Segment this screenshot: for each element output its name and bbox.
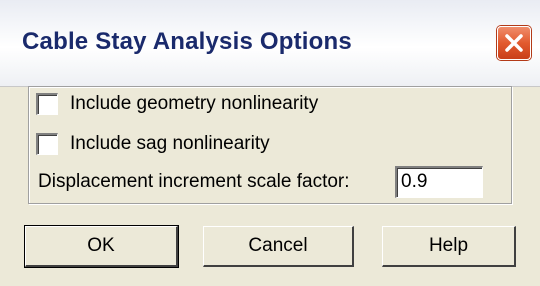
sag-nonlinearity-label: Include sag nonlinearity bbox=[70, 133, 270, 154]
sag-nonlinearity-checkbox[interactable] bbox=[36, 133, 58, 155]
close-icon bbox=[505, 34, 523, 52]
help-button[interactable]: Help bbox=[382, 226, 516, 267]
geometry-nonlinearity-option[interactable]: Include geometry nonlinearity bbox=[36, 92, 318, 116]
geometry-nonlinearity-checkbox[interactable] bbox=[36, 93, 58, 115]
displacement-scale-input[interactable]: 0.9 bbox=[395, 166, 483, 198]
close-button[interactable] bbox=[497, 26, 531, 60]
sag-nonlinearity-option[interactable]: Include sag nonlinearity bbox=[36, 132, 270, 156]
displacement-scale-label: Displacement increment scale factor: bbox=[38, 171, 350, 192]
title-bar[interactable]: Cable Stay Analysis Options bbox=[0, 0, 540, 87]
ok-button[interactable]: OK bbox=[24, 225, 179, 268]
window-title: Cable Stay Analysis Options bbox=[22, 28, 352, 55]
geometry-nonlinearity-label: Include geometry nonlinearity bbox=[70, 93, 319, 114]
cancel-button[interactable]: Cancel bbox=[203, 226, 354, 267]
dialog-window: Cable Stay Analysis Options Include geom… bbox=[0, 0, 540, 286]
